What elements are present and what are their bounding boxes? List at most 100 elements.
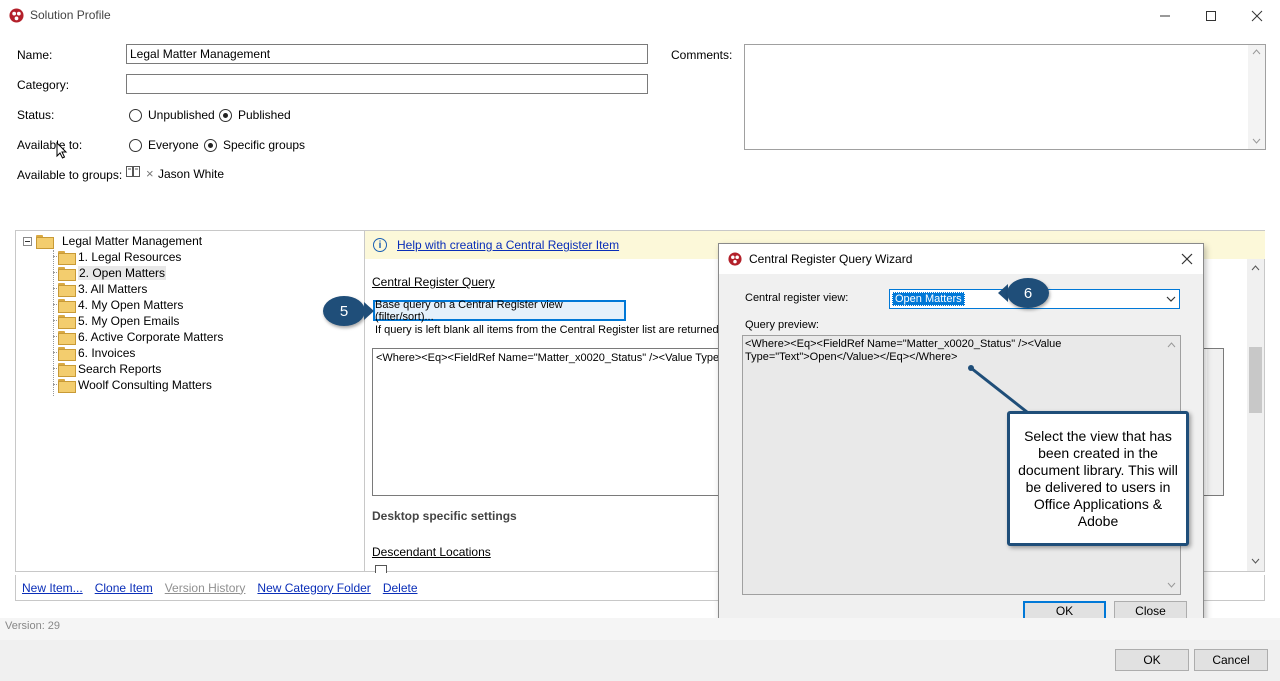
- tree-item[interactable]: 6. Active Corporate Matters: [58, 329, 223, 345]
- clone-item-link[interactable]: Clone Item: [95, 581, 153, 595]
- window-title: Solution Profile: [30, 8, 111, 22]
- preview-label: Query preview:: [745, 319, 819, 331]
- maximize-button[interactable]: [1188, 0, 1234, 31]
- scroll-down-icon[interactable]: [1251, 558, 1260, 564]
- search-folder-icon: [58, 379, 76, 393]
- remove-group-icon[interactable]: ×: [146, 166, 154, 181]
- scroll-up-icon[interactable]: [1251, 265, 1260, 271]
- query-folder-icon: [58, 347, 76, 361]
- status-area: Version: 29: [0, 618, 1280, 640]
- tree-root[interactable]: Legal Matter Management: [23, 233, 202, 249]
- footer-bar: [0, 640, 1280, 681]
- help-link[interactable]: Help with creating a Central Register It…: [397, 238, 619, 252]
- available-specific-groups-radio[interactable]: Specific groups: [204, 138, 305, 152]
- name-field[interactable]: Legal Matter Management: [126, 44, 648, 64]
- preview-line: Type="Text">Open</Value></Eq></Where>: [745, 351, 958, 363]
- close-icon: [1251, 10, 1263, 21]
- query-scrollbar[interactable]: [1207, 349, 1223, 495]
- status-published-radio[interactable]: Published: [219, 108, 291, 122]
- tree-item[interactable]: Search Reports: [58, 361, 161, 377]
- delete-link[interactable]: Delete: [383, 581, 418, 595]
- radio-everyone[interactable]: [129, 138, 142, 152]
- app-logo-icon: [9, 8, 24, 23]
- version-history-link: Version History: [164, 580, 246, 595]
- app-logo-icon: [728, 252, 742, 266]
- available-everyone-radio[interactable]: Everyone: [129, 138, 199, 152]
- tree-item-label: 2. Open Matters: [78, 266, 167, 280]
- scroll-up-icon[interactable]: [1167, 342, 1176, 348]
- tree-item[interactable]: 1. Legal Resources: [58, 249, 181, 265]
- preview-line: <Where><Eq><FieldRef Name="Matter_x0020_…: [745, 338, 1062, 350]
- document-folder-icon: [58, 251, 76, 265]
- query-folder-icon: [58, 299, 76, 313]
- tree-item[interactable]: 3. All Matters: [58, 281, 147, 297]
- wizard-title: Central Register Query Wizard: [749, 252, 913, 266]
- tree-item[interactable]: 4. My Open Matters: [58, 297, 183, 313]
- category-label: Category:: [17, 78, 70, 92]
- step-5-pointer-icon: [364, 302, 374, 320]
- scroll-down-icon[interactable]: [1167, 582, 1176, 588]
- available-to-label: Available to:: [17, 138, 83, 152]
- step-5-badge: 5: [323, 296, 365, 326]
- tree-item-label: 6. Active Corporate Matters: [78, 330, 224, 344]
- tree-item[interactable]: 6. Invoices: [58, 345, 135, 361]
- tree-item[interactable]: Woolf Consulting Matters: [58, 377, 212, 393]
- maximize-icon: [1206, 10, 1216, 21]
- status-label: Status:: [17, 108, 55, 122]
- comments-scrollbar[interactable]: [1248, 45, 1265, 149]
- scroll-up-icon[interactable]: [1252, 49, 1261, 55]
- callout-pointer-icon: [968, 365, 1028, 414]
- comments-field[interactable]: [744, 44, 1266, 150]
- tree-item-label: Search Reports: [78, 362, 162, 376]
- title-bar: Solution Profile: [0, 0, 1280, 31]
- close-window-button[interactable]: [1234, 0, 1280, 31]
- base-query-button[interactable]: Base query on a Central Register view (f…: [373, 299, 626, 323]
- desktop-settings-heading: Desktop specific settings: [372, 509, 517, 523]
- minimize-button[interactable]: [1142, 0, 1188, 31]
- ok-button[interactable]: OK: [1115, 649, 1189, 671]
- tree-item-label: 1. Legal Resources: [78, 250, 182, 264]
- wizard-title-bar: Central Register Query Wizard: [719, 244, 1203, 274]
- radio-label: Everyone: [148, 138, 199, 152]
- new-item-link[interactable]: New Item...: [22, 581, 83, 595]
- descendant-checkbox[interactable]: [375, 565, 387, 573]
- tree-item-label: 6. Invoices: [78, 346, 136, 360]
- tree-item-selected[interactable]: 2. Open Matters: [58, 265, 167, 281]
- address-book-icon[interactable]: [126, 166, 141, 178]
- chevron-down-icon[interactable]: [1166, 296, 1176, 303]
- solution-tree[interactable]: Legal Matter Management 1. Legal Resourc…: [15, 230, 365, 572]
- step-6-badge: 6: [1007, 278, 1049, 308]
- tree-item-label: 5. My Open Emails: [78, 314, 180, 328]
- query-folder-icon: [58, 267, 76, 281]
- category-field[interactable]: [126, 74, 648, 94]
- query-folder-icon: [58, 331, 76, 345]
- scroll-thumb[interactable]: [1249, 347, 1262, 413]
- collapse-icon[interactable]: [23, 236, 32, 246]
- new-category-folder-link[interactable]: New Category Folder: [257, 581, 370, 595]
- status-unpublished-radio[interactable]: Unpublished: [129, 108, 215, 122]
- panel-scrollbar[interactable]: [1247, 259, 1264, 571]
- radio-published[interactable]: [219, 108, 232, 122]
- query-folder-icon: [58, 315, 76, 329]
- view-label: Central register view:: [745, 292, 849, 304]
- close-icon[interactable]: [1181, 253, 1193, 265]
- comments-label: Comments:: [671, 48, 733, 62]
- selected-view: Open Matters: [892, 292, 965, 306]
- folder-icon: [36, 235, 54, 249]
- info-icon: i: [373, 238, 387, 252]
- available-groups-label: Available to groups:: [17, 168, 123, 182]
- version-label: Version: 29: [5, 620, 61, 632]
- scroll-down-icon[interactable]: [1252, 138, 1261, 144]
- radio-label: Specific groups: [223, 138, 306, 152]
- query-folder-icon: [58, 283, 76, 297]
- radio-specific-groups[interactable]: [204, 138, 217, 152]
- tree-item-label: 3. All Matters: [78, 282, 148, 296]
- tree-item[interactable]: 5. My Open Emails: [58, 313, 179, 329]
- mouse-cursor-icon: [56, 142, 68, 159]
- radio-unpublished[interactable]: [129, 108, 142, 122]
- radio-label: Unpublished: [148, 108, 215, 122]
- tree-item-label: 4. My Open Matters: [78, 298, 184, 312]
- blank-query-note: If query is left blank all items from th…: [375, 324, 722, 336]
- cancel-button[interactable]: Cancel: [1194, 649, 1268, 671]
- section-title: Central Register Query: [372, 275, 495, 289]
